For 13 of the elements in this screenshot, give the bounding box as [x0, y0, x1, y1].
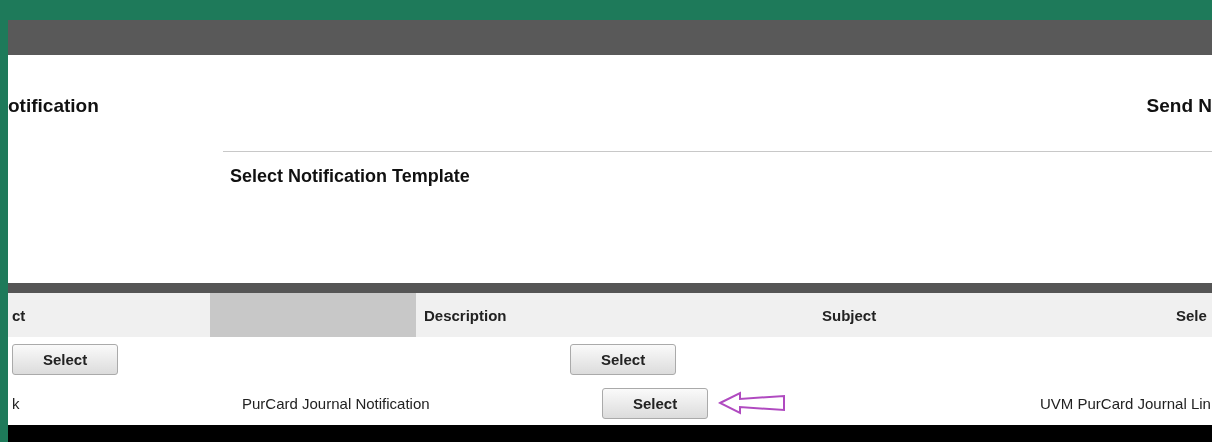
- table-cell-text: PurCard Journal Notification: [241, 393, 431, 414]
- column-header: ct: [8, 293, 210, 337]
- column-header: Sele: [1026, 293, 1212, 337]
- table-cell-text: UVM PurCard Journal Lin: [1039, 393, 1212, 414]
- page-title: otification: [8, 95, 99, 117]
- select-button[interactable]: Select: [602, 387, 709, 419]
- section-title: Select Notification Template: [229, 165, 471, 187]
- table-cell-text: k: [11, 393, 21, 414]
- column-header: Description: [416, 293, 696, 337]
- column-header: Subject: [696, 293, 1026, 337]
- select-button[interactable]: Select: [570, 343, 677, 375]
- send-notification-title: Send N: [1146, 95, 1212, 117]
- select-button[interactable]: Select: [12, 343, 119, 375]
